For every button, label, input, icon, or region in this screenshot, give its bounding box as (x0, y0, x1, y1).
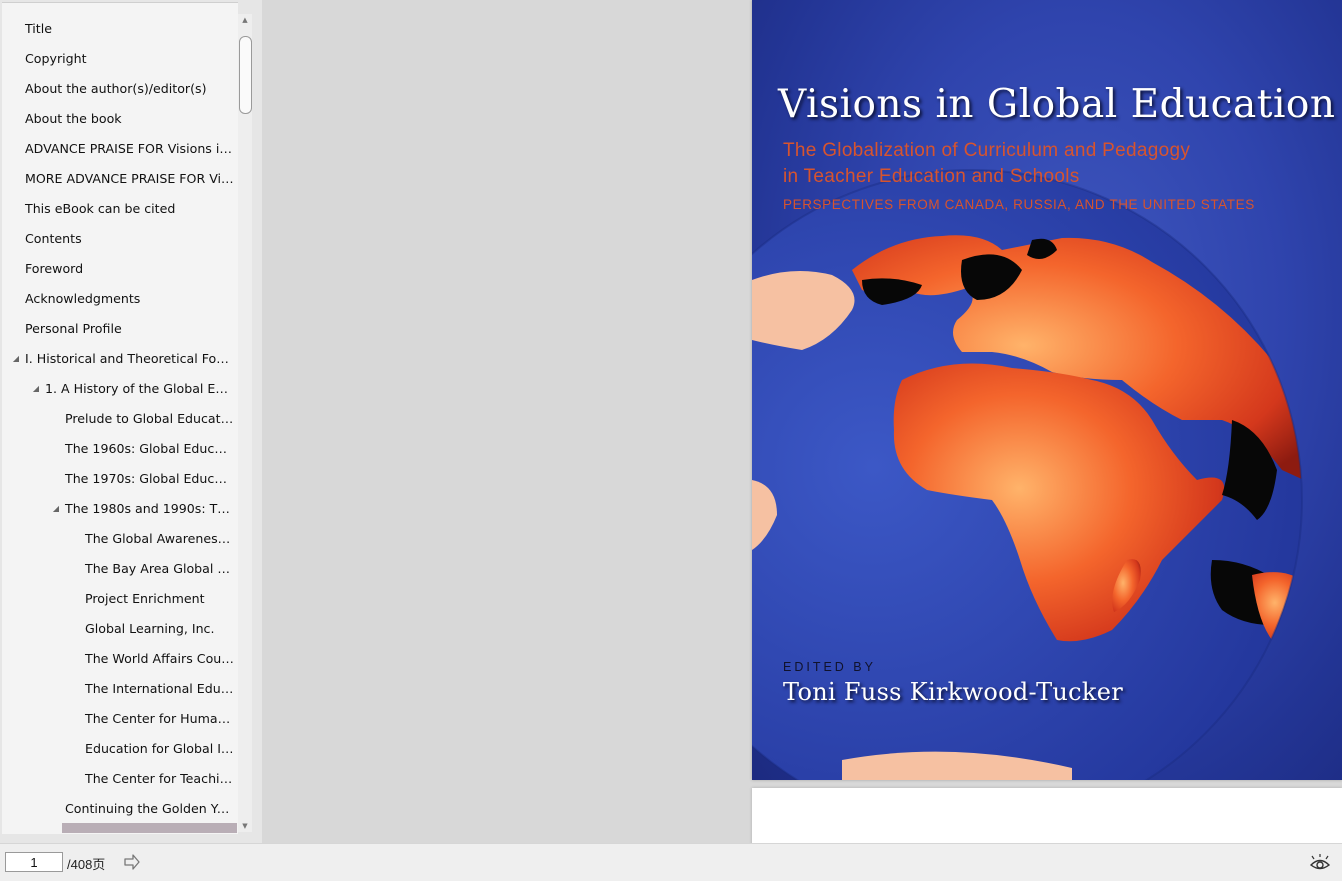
toc-item-label: The 1980s and 1990s: The ... (65, 501, 238, 516)
toc-item[interactable]: Prelude to Global Education (2, 404, 238, 434)
toc-item-label: The International Educa... (85, 681, 238, 696)
toc-item[interactable]: ◢ The 1980s and 1990s: The ... (2, 494, 238, 524)
toc-item[interactable]: The International Educa... (2, 674, 238, 704)
toc-item[interactable]: Contents (2, 224, 238, 254)
triangle-down-icon[interactable]: ◢ (11, 344, 21, 374)
toc-item-label: About the author(s)/editor(s) (25, 81, 207, 96)
toc-item-label: About the book (25, 111, 122, 126)
toc-item[interactable]: The World Affairs Coun... (2, 644, 238, 674)
toc-item-label: Copyright (25, 51, 87, 66)
toc-item-label: The World Affairs Coun... (85, 651, 238, 666)
toc-item[interactable]: About the book (2, 104, 238, 134)
toc-item-label: Contents (25, 231, 82, 246)
page-number-input[interactable] (5, 852, 63, 872)
toc-item-label: The Center for Teachin... (85, 771, 238, 786)
toc-item-label: The 1960s: Global Educatio... (65, 441, 238, 456)
next-page-preview (752, 788, 1342, 843)
cover-edited-by: EDITED BY (783, 660, 876, 674)
toc-item-label: Global Learning, Inc. (85, 621, 215, 636)
toc-item-label: Title (25, 21, 52, 36)
toc-item[interactable]: Title (2, 14, 238, 44)
toc-item[interactable]: The Global Awareness ... (2, 524, 238, 554)
scroll-up-arrow-icon[interactable]: ▲ (238, 14, 252, 26)
toc-item-label: Prelude to Global Education (65, 411, 238, 426)
toc-item-label: Education for Global In... (85, 741, 238, 756)
toc-item[interactable]: ADVANCE PRAISE FOR Visions in ... (2, 134, 238, 164)
toc-item[interactable]: About the author(s)/editor(s) (2, 74, 238, 104)
eye-icon[interactable] (1310, 854, 1330, 872)
toc-item-label: This eBook can be cited (25, 201, 176, 216)
cover-subtitle-line1: The Globalization of Curriculum and Peda… (783, 140, 1191, 161)
toc-item-label: MORE ADVANCE PRAISE FOR Visi... (25, 171, 238, 186)
toc-item[interactable]: The Center for Teachin... (2, 764, 238, 794)
toc-item[interactable]: Project Enrichment (2, 584, 238, 614)
triangle-down-icon[interactable]: ◢ (51, 494, 61, 524)
toc-item[interactable]: This eBook can be cited (2, 194, 238, 224)
toc-item[interactable]: The Bay Area Global Ed... (2, 554, 238, 584)
toc-item-label: The Bay Area Global Ed... (85, 561, 238, 576)
toc-item-label: I. Historical and Theoretical Found... (25, 351, 238, 366)
book-cover-page: Visions in Global Education The Globaliz… (752, 0, 1342, 780)
toc-item-label: The Global Awareness ... (85, 531, 238, 546)
document-viewer[interactable]: Visions in Global Education The Globaliz… (262, 0, 1342, 843)
toc-item-label: Continuing the Golden Years (65, 801, 238, 816)
page-total: /408页 (67, 857, 106, 872)
toc-item-label: Personal Profile (25, 321, 122, 336)
toc-item-label: ADVANCE PRAISE FOR Visions in ... (25, 141, 238, 156)
toc-item[interactable]: Acknowledgments (2, 284, 238, 314)
cover-editor-name: Toni Fuss Kirkwood-Tucker (783, 678, 1124, 706)
cover-perspectives: PERSPECTIVES FROM CANADA, RUSSIA, AND TH… (783, 197, 1255, 212)
vertical-scrollbar[interactable]: ▲ ▼ (238, 14, 252, 832)
toc-item[interactable]: The 1970s: Global Educatio... (2, 464, 238, 494)
toc-item[interactable]: The Center for Human I... (2, 704, 238, 734)
toc-item-label: Acknowledgments (25, 291, 141, 306)
cover-subtitle-line2: in Teacher Education and Schools (783, 166, 1080, 187)
toc-item[interactable]: Continuing the Golden Years (2, 794, 238, 824)
vertical-scrollbar-thumb[interactable] (239, 36, 252, 114)
toc-item[interactable]: ◢ 1. A History of the Global Educ... (2, 374, 238, 404)
toc-item-label: The 1970s: Global Educatio... (65, 471, 238, 486)
toc-item[interactable]: Personal Profile (2, 314, 238, 344)
scroll-down-arrow-icon[interactable]: ▼ (238, 820, 252, 832)
toc-item[interactable]: Global Learning, Inc. (2, 614, 238, 644)
arrow-right-icon[interactable] (123, 853, 141, 871)
toc-item[interactable]: The 1960s: Global Educatio... (2, 434, 238, 464)
triangle-down-icon[interactable]: ◢ (31, 374, 41, 404)
horizontal-scrollbar-thumb[interactable] (62, 823, 237, 833)
toc-item-label: The Center for Human I... (85, 711, 238, 726)
toc-item[interactable]: Education for Global In... (2, 734, 238, 764)
toc-item[interactable]: Foreword (2, 254, 238, 284)
toc-item-label: 1. A History of the Global Educ... (45, 381, 238, 396)
sidebar: Title Copyright About the author(s)/editor… (0, 0, 262, 843)
toc-item[interactable]: ◢ I. Historical and Theoretical Found... (2, 344, 238, 374)
table-of-contents: Title Copyright About the author(s)/editor… (2, 2, 238, 834)
toc-item-label: Foreword (25, 261, 84, 276)
toc-item[interactable]: MORE ADVANCE PRAISE FOR Visi... (2, 164, 238, 194)
toc-item-label: Project Enrichment (85, 591, 205, 606)
toc-item[interactable]: Copyright (2, 44, 238, 74)
cover-title: Visions in Global Education (778, 82, 1336, 127)
status-bar: /408页 (0, 843, 1342, 881)
